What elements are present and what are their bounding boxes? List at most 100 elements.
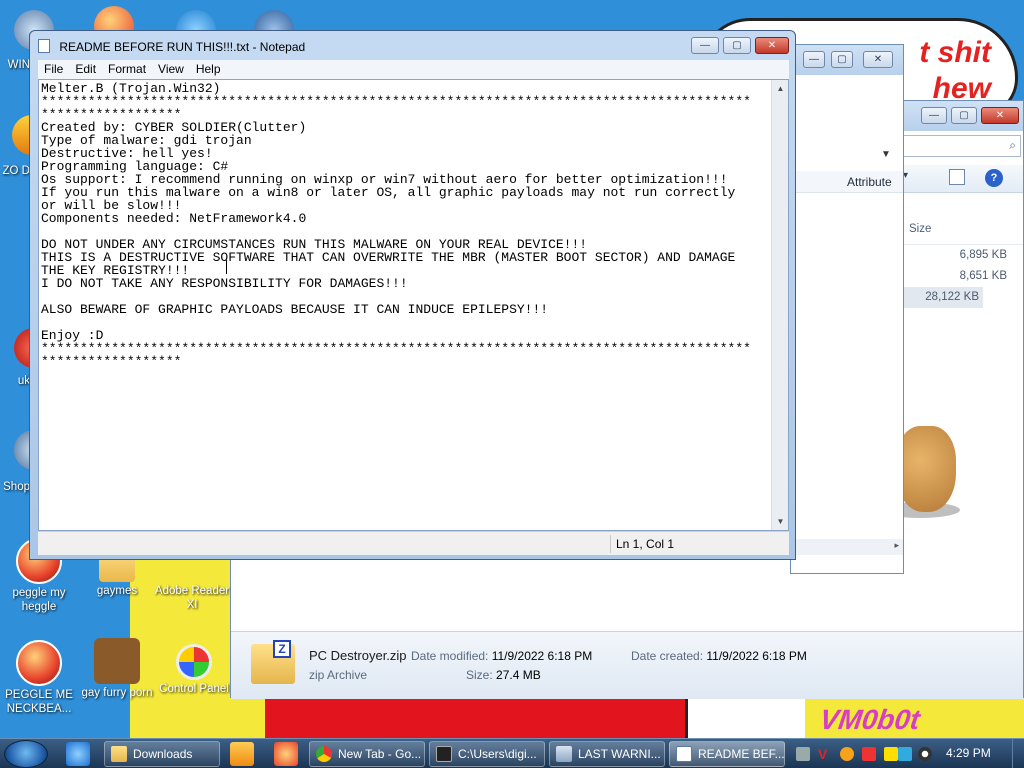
help-icon[interactable]: ? xyxy=(985,169,1003,187)
taskbar-item-label: Downloads xyxy=(133,747,193,761)
internet-explorer-icon[interactable] xyxy=(66,742,90,766)
horizontal-scrollbar[interactable]: ▸ xyxy=(791,539,903,555)
details-date-modified: Date modified: 11/9/2022 6:18 PM xyxy=(411,649,592,663)
document-text[interactable]: Melter.B (Trojan.Win32) ****************… xyxy=(41,82,771,368)
column-header-attributes[interactable]: Attribute xyxy=(791,171,903,193)
status-separator xyxy=(610,535,611,553)
size-value: 27.4 MB xyxy=(496,668,541,682)
search-input[interactable]: ⌕ xyxy=(901,135,1021,157)
preview-pane-icon[interactable] xyxy=(949,169,965,185)
start-button[interactable] xyxy=(4,740,48,768)
cursor-position: Ln 1, Col 1 xyxy=(616,537,675,551)
menu-view[interactable]: View xyxy=(152,60,190,79)
taskbar-item-label: README BEF... xyxy=(698,747,785,761)
background-window-titlebar[interactable]: — ▢ ✕ xyxy=(791,45,903,75)
window-title: README BEFORE RUN THIS!!!.txt - Notepad xyxy=(59,40,306,54)
minimize-button[interactable]: — xyxy=(803,51,825,68)
taskbar-item-new-tab[interactable]: New Tab - Go... xyxy=(309,741,425,767)
tray-volume-icon[interactable] xyxy=(918,747,932,761)
taskbar-item-7zip[interactable]: C:\Users\digi... xyxy=(429,741,545,767)
partial-icon-label: ZO D xyxy=(2,165,30,177)
folder-icon xyxy=(111,746,127,762)
menu-edit[interactable]: Edit xyxy=(69,60,102,79)
file-size-cell[interactable]: 8,651 KB xyxy=(903,266,1023,287)
desktop-icon-label: Control Panel xyxy=(159,683,229,695)
file-size-cell[interactable]: 6,895 KB xyxy=(903,245,1023,266)
partial-icon-label: Shop xyxy=(3,481,30,493)
minimize-button[interactable]: — xyxy=(921,107,947,124)
menu-help[interactable]: Help xyxy=(190,60,227,79)
close-button[interactable]: ✕ xyxy=(755,37,789,54)
scroll-up-arrow-icon[interactable]: ▲ xyxy=(772,80,788,97)
paint-icon[interactable] xyxy=(274,742,298,766)
search-icon: ⌕ xyxy=(1009,138,1016,152)
desktop-icon-control-panel[interactable]: Control Panel xyxy=(156,640,232,696)
tray-v-icon[interactable]: V xyxy=(818,747,832,761)
application-icon xyxy=(556,746,572,762)
maximize-button[interactable]: ▢ xyxy=(951,107,977,124)
date-modified-label: Date modified: xyxy=(411,649,489,663)
text-cursor-icon xyxy=(226,260,228,274)
taskbar-item-label: C:\Users\digi... xyxy=(458,747,537,761)
control-panel-icon xyxy=(176,644,212,680)
taskbar-item-label: New Tab - Go... xyxy=(338,747,422,761)
box-game-icon xyxy=(94,638,140,684)
tray-search-icon[interactable] xyxy=(840,747,854,761)
chrome-icon xyxy=(316,746,332,762)
desktop-icon-peggle-me-neckbea[interactable]: PEGGLE ME NECKBEA... xyxy=(1,640,77,716)
taskbar-clock[interactable]: 4:29 PM xyxy=(946,746,991,760)
peggle-icon xyxy=(16,640,62,686)
date-modified-value: 11/9/2022 6:18 PM xyxy=(491,649,593,663)
close-button[interactable]: ✕ xyxy=(981,107,1019,124)
show-desktop-button[interactable] xyxy=(1012,739,1024,768)
taskbar-item-readme[interactable]: README BEF... xyxy=(669,741,785,767)
column-header-size[interactable]: Size xyxy=(903,213,1023,245)
zip-badge-icon: Z xyxy=(273,640,291,658)
taskbar-item-last-warning[interactable]: LAST WARNI... xyxy=(549,741,665,767)
maximize-button[interactable]: ▢ xyxy=(723,37,751,54)
details-size: Size: 27.4 MB xyxy=(466,668,541,682)
scroll-down-arrow-icon[interactable]: ▼ xyxy=(772,513,788,530)
desktop-icon-label: gaymes xyxy=(96,585,138,597)
details-file-name: PC Destroyer.zip xyxy=(309,648,407,663)
wallpaper-red-area xyxy=(265,695,685,740)
tray-network-icon[interactable] xyxy=(898,747,912,761)
media-player-icon[interactable] xyxy=(230,742,254,766)
tray-flag-icon[interactable] xyxy=(862,747,876,761)
tray-app-icon[interactable] xyxy=(884,747,898,761)
tray-app-icon[interactable] xyxy=(796,747,810,761)
desktop-icon-label: Adobe Reader XI xyxy=(154,585,230,611)
desktop-icon-label: PEGGLE ME NECKBEA... xyxy=(5,689,73,715)
maximize-button[interactable]: ▢ xyxy=(831,51,853,68)
wallpaper-logo: VM0b0t xyxy=(817,704,922,735)
details-date-created: Date created: 11/9/2022 6:18 PM xyxy=(631,649,807,663)
size-label: Size: xyxy=(466,668,493,682)
notepad-titlebar[interactable]: README BEFORE RUN THIS!!!.txt - Notepad xyxy=(38,39,305,54)
details-pane: Z PC Destroyer.zip zip Archive Date modi… xyxy=(231,631,1023,699)
taskbar-item-label: LAST WARNI... xyxy=(578,747,661,761)
close-button[interactable]: ✕ xyxy=(863,51,893,68)
text-editor-area[interactable]: Melter.B (Trojan.Win32) ****************… xyxy=(38,79,789,531)
background-window[interactable]: — ▢ ✕ ▼ Attribute ▸ xyxy=(790,44,904,574)
menu-bar: File Edit Format View Help xyxy=(38,60,789,79)
taskbar-item-downloads[interactable]: Downloads xyxy=(104,741,220,767)
desktop-icon-label: peggle my heggle xyxy=(12,587,66,613)
date-created-label: Date created: xyxy=(631,649,704,663)
hamster-body xyxy=(896,426,956,512)
notepad-icon xyxy=(38,39,50,53)
minimize-button[interactable]: — xyxy=(691,37,719,54)
menu-file[interactable]: File xyxy=(38,60,69,79)
details-file-type: zip Archive xyxy=(309,668,368,682)
scroll-right-arrow-icon[interactable]: ▸ xyxy=(894,540,899,551)
menu-format[interactable]: Format xyxy=(102,60,152,79)
file-list: Size 6,895 KB 8,651 KB 28,122 KB xyxy=(903,213,1023,308)
date-created-value: 11/9/2022 6:18 PM xyxy=(706,649,807,663)
partial-icon-label: WIN xyxy=(7,59,30,71)
dropdown-arrow-icon[interactable]: ▼ xyxy=(881,149,891,160)
vertical-scrollbar[interactable]: ▲ ▼ xyxy=(771,80,788,530)
desktop-icon-gay-furry-porn[interactable]: gay furry porn xyxy=(79,638,155,700)
file-size-cell[interactable]: 28,122 KB xyxy=(903,287,983,308)
taskbar: Downloads New Tab - Go... C:\Users\digi.… xyxy=(0,738,1024,768)
zip-archive-icon: Z xyxy=(251,640,295,684)
notepad-window[interactable]: README BEFORE RUN THIS!!!.txt - Notepad … xyxy=(29,30,796,560)
